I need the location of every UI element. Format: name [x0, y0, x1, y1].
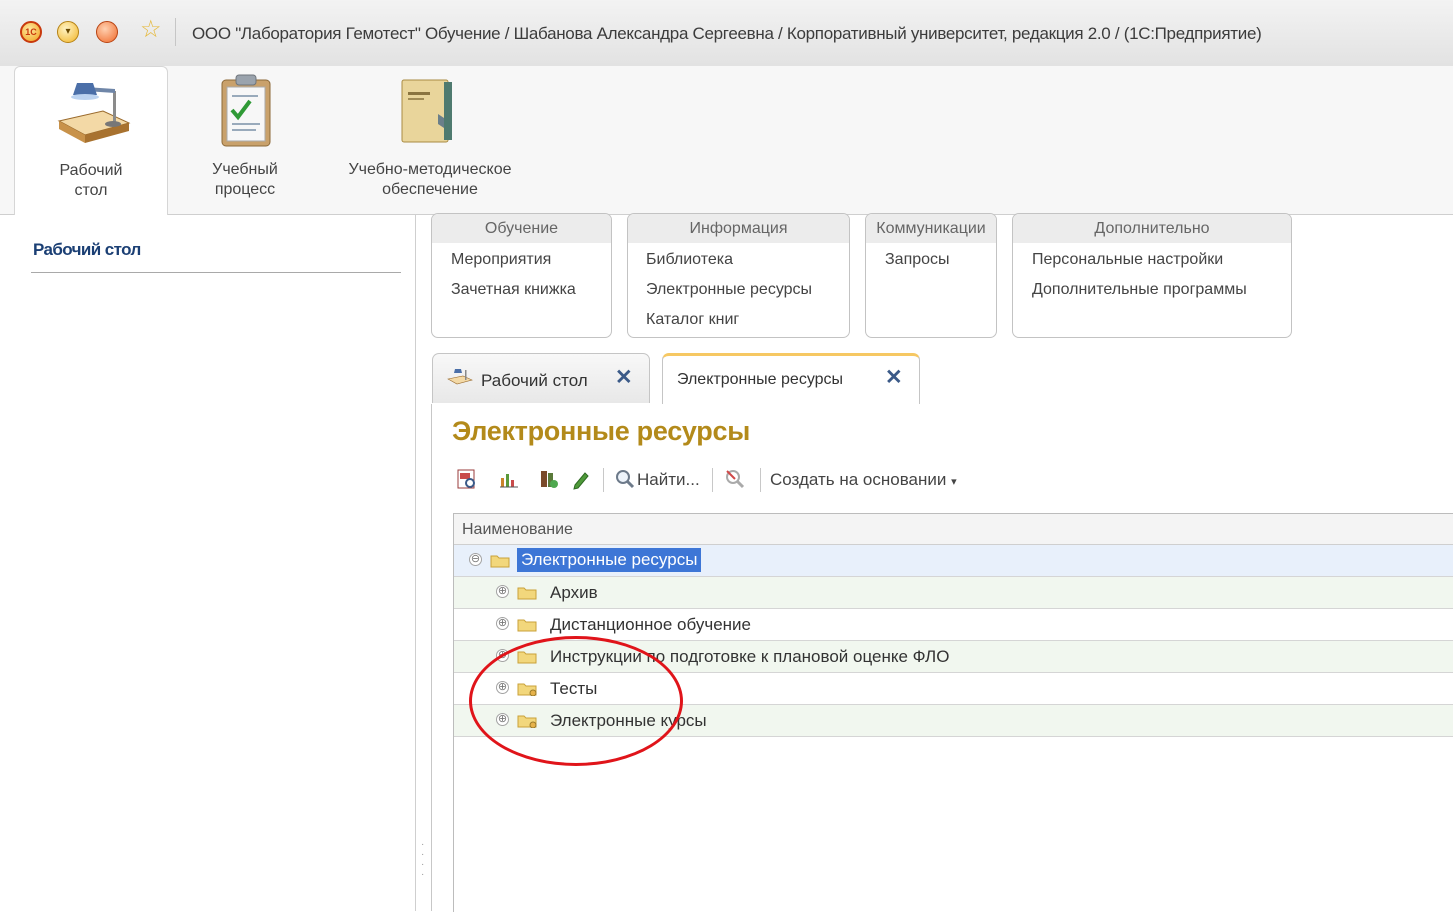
tree-row-label: Электронные курсы — [550, 711, 707, 730]
tree-row[interactable]: ⊕ Электронные курсы — [454, 705, 1453, 737]
toolbar-separator — [760, 468, 761, 492]
cmd-gradebook[interactable]: Зачетная книжка — [451, 281, 576, 299]
cmd-additional-programs[interactable]: Дополнительные программы — [1032, 281, 1247, 299]
group-communications: Коммуникации Запросы — [865, 213, 997, 338]
sections-panel: Рабочий стол Учебный процесс Учебно-методи… — [0, 66, 1453, 215]
folder-icon — [517, 587, 537, 600]
section-label: обеспечение — [382, 181, 478, 198]
section-label: Учебный — [212, 161, 278, 178]
edit-pencil-icon[interactable] — [570, 468, 592, 490]
desk-lamp-icon — [447, 369, 473, 385]
close-icon[interactable]: ✕ — [885, 365, 903, 390]
expand-icon[interactable]: ⊕ — [496, 681, 509, 694]
create-based-on-label: Создать на основании — [770, 470, 947, 489]
cmd-electronic-resources[interactable]: Электронные ресурсы — [646, 281, 812, 299]
left-nav-panel: Рабочий стол — [12, 215, 416, 911]
folder-icon — [517, 651, 537, 664]
title-bar: 1С ▾ ☆ ООО "Лаборатория Гемотест" Обучен… — [0, 0, 1453, 67]
group-information: Информация Библиотека Электронные ресурс… — [627, 213, 850, 338]
page-title: Электронные ресурсы — [452, 416, 750, 446]
shared-folder-icon — [517, 683, 537, 696]
cancel-search-icon[interactable] — [724, 468, 746, 490]
expand-icon[interactable]: ⊕ — [496, 617, 509, 630]
folder-book-icon — [401, 79, 452, 143]
shared-folder-icon — [517, 715, 537, 728]
cmd-events[interactable]: Мероприятия — [451, 251, 551, 269]
cmd-personal-settings[interactable]: Персональные настройки — [1032, 251, 1223, 269]
title-separator — [175, 18, 176, 46]
open-windows-tabs: Рабочий стол ✕ Электронные ресурсы ✕ — [431, 351, 1453, 405]
cmd-book-catalog[interactable]: Каталог книг — [646, 311, 739, 329]
section-label: Учебно-методическое — [348, 161, 512, 178]
report-icon[interactable] — [456, 468, 478, 490]
chart-icon[interactable] — [498, 468, 520, 490]
group-additional: Дополнительно Персональные настройки Доп… — [1012, 213, 1292, 338]
toolbar-separator — [712, 468, 713, 492]
tree-row-label: Электронные ресурсы — [517, 548, 702, 572]
expand-icon[interactable]: ⊕ — [496, 585, 509, 598]
group-education: Обучение Мероприятия Зачетная книжка — [431, 213, 612, 338]
tree-row[interactable]: ⊕ Дистанционное обучение — [454, 609, 1453, 641]
expand-icon[interactable]: ⊕ — [496, 649, 509, 662]
find-button[interactable]: Найти... — [637, 470, 700, 490]
cmd-library[interactable]: Библиотека — [646, 251, 733, 269]
left-panel-title[interactable]: Рабочий стол — [33, 240, 141, 260]
group-header: Дополнительно — [1013, 214, 1291, 243]
clipboard-check-icon — [221, 74, 271, 147]
panel-resize-grip[interactable]: · · · · — [421, 840, 429, 886]
create-based-on-button[interactable]: Создать на основании ▾ — [770, 470, 957, 490]
tree-row[interactable]: ⊕ Инструкции по подготовке к плановой оц… — [454, 641, 1453, 673]
cmd-requests[interactable]: Запросы — [885, 251, 950, 269]
search-icon — [616, 470, 635, 489]
section-desktop[interactable]: Рабочий стол — [14, 66, 168, 215]
close-icon[interactable]: ✕ — [615, 365, 633, 390]
tree-row-label: Дистанционное обучение — [550, 615, 752, 634]
books-icon[interactable] — [538, 468, 560, 490]
resources-tree-table: Наименование ⊖ Электронные ресурсы ⊕ Арх… — [453, 513, 1453, 912]
tree-row-label: Инструкции по подготовке к плановой оцен… — [550, 647, 950, 666]
tree-row-root[interactable]: ⊖ Электронные ресурсы — [454, 545, 1453, 577]
folder-icon — [490, 555, 510, 568]
section-learning-process[interactable]: Учебный процесс — [182, 66, 308, 214]
window-menu-icon[interactable]: ▾ — [57, 21, 79, 43]
tab-label: Рабочий стол — [481, 371, 588, 390]
window-close-icon[interactable] — [96, 21, 118, 43]
group-header: Коммуникации — [866, 214, 996, 243]
desk-lamp-icon — [57, 83, 131, 143]
window-title: ООО "Лаборатория Гемотест" Обучение / Ша… — [192, 24, 1262, 43]
tree-row[interactable]: ⊕ Тесты — [454, 673, 1453, 705]
tree-row-label: Тесты — [550, 679, 598, 698]
column-header-name[interactable]: Наименование — [454, 514, 1453, 545]
group-header: Информация — [628, 214, 849, 243]
folder-icon — [517, 619, 537, 632]
tab-label: Электронные ресурсы — [677, 371, 844, 388]
tab-desktop[interactable]: Рабочий стол ✕ — [432, 353, 650, 403]
tree-row-label: Архив — [550, 583, 598, 602]
section-label: стол — [74, 182, 108, 199]
tab-electronic-resources[interactable]: Электронные ресурсы ✕ — [662, 353, 920, 404]
section-label: процесс — [214, 181, 276, 198]
dropdown-arrow-icon: ▾ — [951, 476, 957, 488]
divider — [31, 272, 401, 273]
section-label: Рабочий — [59, 162, 123, 179]
expand-icon[interactable]: ⊕ — [496, 713, 509, 726]
favorites-star-icon[interactable]: ☆ — [140, 17, 162, 43]
collapse-icon[interactable]: ⊖ — [469, 553, 482, 566]
tree-row[interactable]: ⊕ Архив — [454, 577, 1453, 609]
1c-logo-icon[interactable]: 1С — [20, 21, 42, 43]
group-header: Обучение — [432, 214, 611, 243]
form-electronic-resources: Электронные ресурсы Найти... Создать на … — [431, 404, 1453, 912]
toolbar-separator — [603, 468, 604, 492]
section-methodical-support[interactable]: Учебно-методическое обеспечение — [330, 66, 530, 214]
